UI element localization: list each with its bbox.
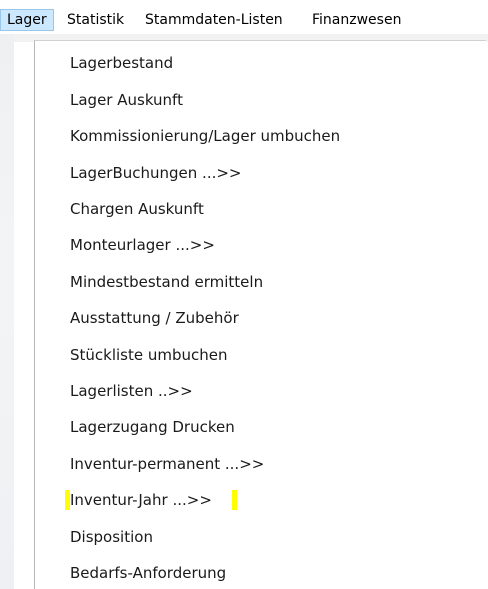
menubar: Lager Statistik Stammdaten-Listen Finanz…: [0, 0, 488, 34]
menu-lager[interactable]: Lager: [0, 9, 54, 31]
background-strip-left: [0, 34, 14, 589]
menu-item-bedarfs-anforderung[interactable]: Bedarfs-Anforderung: [70, 558, 226, 588]
menu-finanzwesen[interactable]: Finanzwesen: [312, 9, 401, 31]
menu-item-ausstattung[interactable]: Ausstattung / Zubehör: [70, 303, 239, 333]
menu-statistik[interactable]: Statistik: [67, 9, 124, 31]
menu-item-disposition[interactable]: Disposition: [70, 522, 153, 552]
menu-item-lagerzugang-drucken[interactable]: Lagerzugang Drucken: [70, 412, 235, 442]
menu-item-lager-auskunft[interactable]: Lager Auskunft: [70, 85, 183, 115]
menu-stammdaten-listen[interactable]: Stammdaten-Listen: [145, 9, 283, 31]
menu-item-stueckliste[interactable]: Stückliste umbuchen: [70, 340, 228, 370]
menu-item-lagerlisten[interactable]: Lagerlisten ..>>: [70, 376, 193, 406]
menu-item-lagerbuchungen[interactable]: LagerBuchungen ...>>: [70, 158, 242, 188]
menu-item-chargen-auskunft[interactable]: Chargen Auskunft: [70, 194, 204, 224]
highlight-marker-end: [232, 490, 237, 510]
menu-item-inventur-jahr[interactable]: Inventur-Jahr ...>>: [70, 485, 212, 515]
lager-dropdown-menu: Lagerbestand Lager Auskunft Kommissionie…: [34, 40, 486, 589]
menu-item-lagerbestand[interactable]: Lagerbestand: [70, 48, 173, 78]
menu-item-kommissionierung[interactable]: Kommissionierung/Lager umbuchen: [70, 121, 340, 151]
menu-item-monteurlager[interactable]: Monteurlager ...>>: [70, 230, 215, 260]
menu-item-inventur-permanent[interactable]: Inventur-permanent ...>>: [70, 449, 264, 479]
menu-item-mindestbestand[interactable]: Mindestbestand ermitteln: [70, 267, 263, 297]
